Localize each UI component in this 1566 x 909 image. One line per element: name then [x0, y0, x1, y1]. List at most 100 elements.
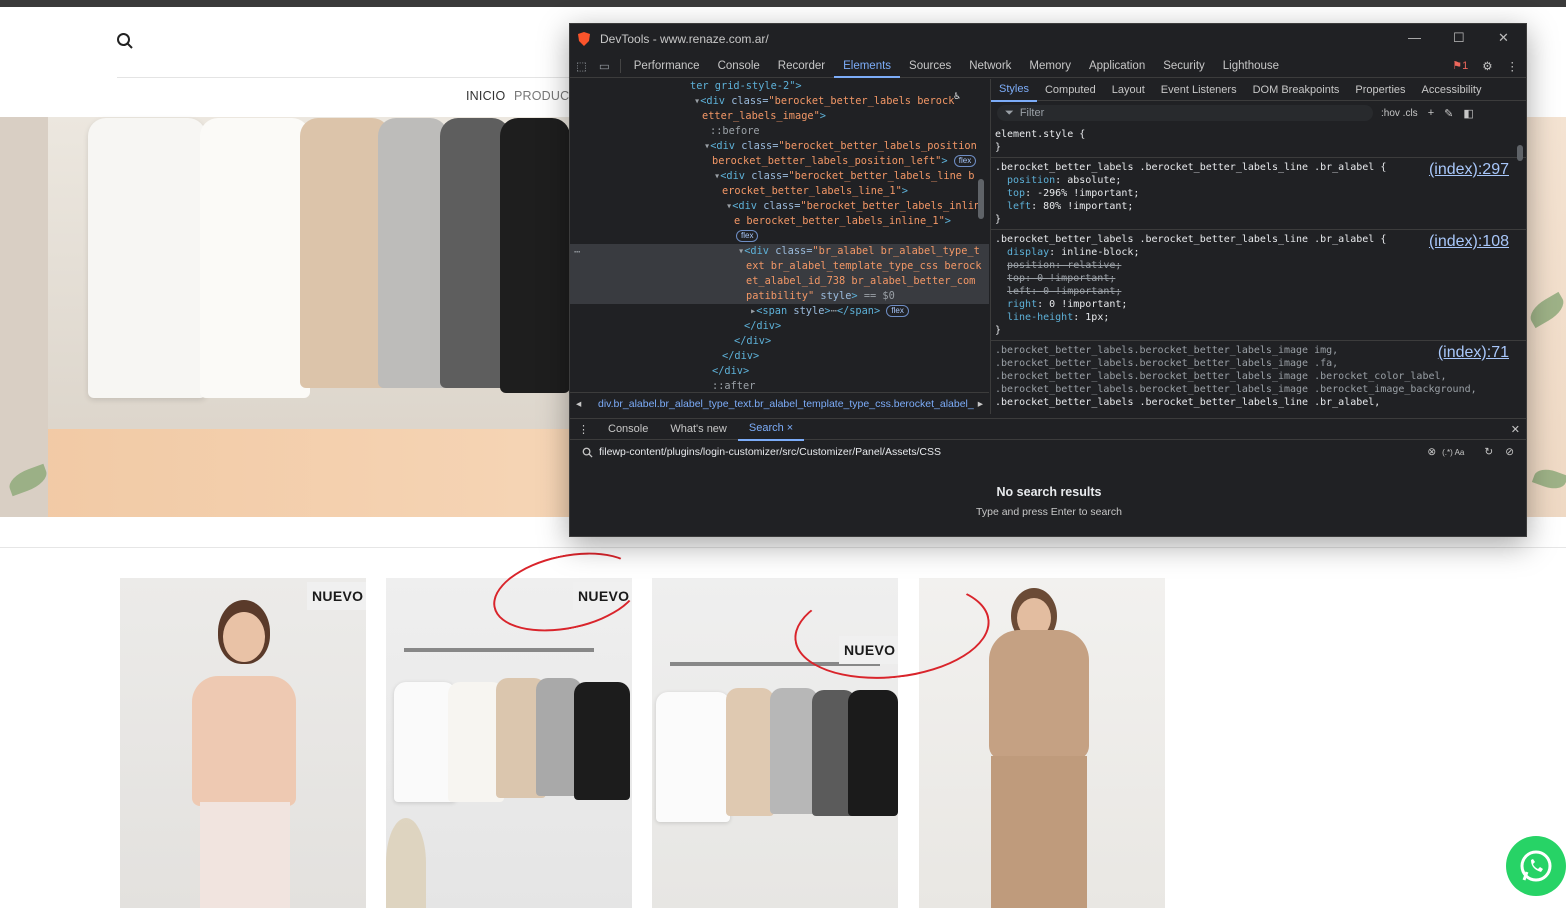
- product-card-2[interactable]: NUEVO: [386, 578, 632, 908]
- refresh-icon[interactable]: ↻: [1484, 446, 1493, 458]
- shirt-gray: [770, 688, 818, 814]
- search-options[interactable]: (.*) Aa: [1442, 448, 1464, 457]
- product-card-1[interactable]: NUEVO: [120, 578, 366, 908]
- breadcrumb-left-icon[interactable]: ◂: [576, 393, 581, 414]
- css-rule-gray: (index):71 .berocket_better_labels.beroc…: [991, 341, 1526, 412]
- close-tab-icon[interactable]: ×: [787, 422, 793, 434]
- css-declaration[interactable]: left: 0 !important;: [991, 285, 1526, 298]
- tab-elements[interactable]: Elements: [834, 54, 901, 78]
- shirt-white: [394, 682, 456, 802]
- subtab-styles[interactable]: Styles: [991, 79, 1037, 102]
- css-declaration[interactable]: right: 0 !important;: [991, 298, 1526, 311]
- styles-filter-input[interactable]: ⏷ Filter: [997, 105, 1373, 121]
- breadcrumb-right-icon[interactable]: ▸: [973, 393, 983, 414]
- dom-node-line[interactable]: e berocket_better_labels_inline_1">: [570, 214, 989, 229]
- dom-node-line[interactable]: flex: [570, 229, 989, 244]
- css-rule: (index):297 .berocket_better_labels .bero…: [991, 158, 1526, 230]
- tab-memory[interactable]: Memory: [1020, 54, 1080, 78]
- clear-search-icon[interactable]: ⊗: [1427, 446, 1436, 458]
- device-toolbar-icon[interactable]: ▭: [593, 59, 616, 73]
- dom-node-line[interactable]: ▾<div class="berocket_better_labels bero…: [570, 94, 989, 109]
- no-results-hint: Type and press Enter to search: [976, 506, 1122, 518]
- styles-scrollbar[interactable]: [1517, 145, 1523, 161]
- devtools-main-tabs: ⬚ ▭ Performance Console Recorder Element…: [570, 54, 1527, 78]
- issues-flag-icon: ⚑: [1452, 60, 1463, 72]
- dom-node-line[interactable]: etter_labels_image">: [570, 109, 989, 124]
- dom-node-line[interactable]: </div>: [570, 364, 989, 379]
- tab-sources[interactable]: Sources: [900, 54, 960, 78]
- tab-network[interactable]: Network: [960, 54, 1020, 78]
- minimize-icon[interactable]: —: [1408, 30, 1421, 45]
- rule-selector[interactable]: .berocket_better_labels.berocket_better_…: [991, 383, 1526, 396]
- dom-node-line[interactable]: ext br_alabel_template_type_css berock: [570, 259, 989, 274]
- dom-node-line[interactable]: patibility" style> == $0: [570, 289, 989, 304]
- more-options-icon[interactable]: ⋮: [1507, 59, 1527, 73]
- dom-node-line[interactable]: erocket_better_labels_line_1">: [570, 184, 989, 199]
- inspect-element-icon[interactable]: ⬚: [570, 59, 593, 73]
- css-declaration[interactable]: line-height: 1px;: [991, 311, 1526, 324]
- new-rule-icon[interactable]: +: [1428, 107, 1434, 119]
- paint-icon[interactable]: ✎: [1444, 107, 1453, 120]
- whatsapp-button[interactable]: [1506, 836, 1566, 896]
- subtab-computed[interactable]: Computed: [1037, 79, 1104, 101]
- dom-node-line[interactable]: ▸<span style>⋯</span> flex: [570, 304, 989, 319]
- node-menu-icon[interactable]: ⋯: [574, 245, 580, 260]
- rule-selector[interactable]: element.style {: [991, 128, 1526, 141]
- rule-source-link[interactable]: (index):71: [1438, 344, 1509, 362]
- dom-node-line[interactable]: </div>: [570, 319, 989, 334]
- issues-badge[interactable]: ⚑1: [1452, 59, 1482, 72]
- dom-node-line[interactable]: ▾<div class="berocket_better_labels_posi…: [570, 139, 989, 154]
- maximize-icon[interactable]: ☐: [1453, 30, 1465, 46]
- rule-selector[interactable]: .berocket_better_labels.berocket_better_…: [991, 370, 1526, 383]
- rule-source-link[interactable]: (index):297: [1429, 161, 1509, 179]
- dom-node-line[interactable]: ::after: [570, 379, 989, 391]
- subtab-accessibility[interactable]: Accessibility: [1414, 79, 1490, 101]
- drawer-close-icon[interactable]: ✕: [1511, 423, 1526, 436]
- dom-node-line[interactable]: ter grid-style-2">: [570, 79, 989, 94]
- drawer-menu-icon[interactable]: ⋮: [570, 423, 597, 436]
- drawer-tab-whats-new[interactable]: What's new: [659, 418, 738, 440]
- dom-node-line[interactable]: ::before: [570, 124, 989, 139]
- rule-selector[interactable]: .berocket_better_labels .berocket_better…: [991, 396, 1526, 409]
- tab-performance[interactable]: Performance: [625, 54, 709, 78]
- tab-application[interactable]: Application: [1080, 54, 1154, 78]
- accessibility-person-icon[interactable]: ♿: [954, 89, 960, 104]
- dom-node-line[interactable]: </div>: [570, 334, 989, 349]
- css-declaration[interactable]: top: 0 !important;: [991, 272, 1526, 285]
- search-icon[interactable]: [116, 32, 134, 50]
- tab-lighthouse[interactable]: Lighthouse: [1214, 54, 1288, 78]
- close-icon[interactable]: ✕: [1498, 30, 1509, 46]
- rule-source-link[interactable]: (index):108: [1429, 233, 1509, 251]
- subtab-event-listeners[interactable]: Event Listeners: [1153, 79, 1245, 101]
- dom-node-line[interactable]: ▾<div class="br_alabel br_alabel_type_t: [570, 244, 989, 259]
- dom-node-line[interactable]: et_alabel_id_738 br_alabel_better_com: [570, 274, 989, 289]
- breadcrumb-text: div.br_alabel.br_alabel_type_text.br_ala…: [598, 398, 974, 410]
- dom-node-line[interactable]: ▾<div class="berocket_better_labels_inli…: [570, 199, 989, 214]
- dom-node-line[interactable]: </div>: [570, 349, 989, 364]
- nav-inicio[interactable]: INICIO: [466, 89, 505, 103]
- tab-recorder[interactable]: Recorder: [769, 54, 834, 78]
- hov-cls-toggles[interactable]: :hov .cls: [1381, 108, 1418, 119]
- brave-logo-icon: [578, 32, 590, 46]
- subtab-dom-breakpoints[interactable]: DOM Breakpoints: [1245, 79, 1348, 101]
- css-declaration[interactable]: left: 80% !important;: [991, 200, 1526, 213]
- drawer-tab-console[interactable]: Console: [597, 418, 659, 440]
- search-query-input[interactable]: filewp-content/plugins/login-customizer/…: [599, 446, 1421, 458]
- settings-gear-icon[interactable]: ⚙: [1482, 59, 1506, 73]
- dom-node-line[interactable]: berocket_better_labels_position_left"> f…: [570, 154, 989, 169]
- elements-scrollbar[interactable]: [978, 179, 984, 219]
- subtab-properties[interactable]: Properties: [1347, 79, 1413, 101]
- dom-breadcrumb[interactable]: ◂ div.br_alabel.br_alabel_type_text.br_a…: [570, 392, 989, 414]
- tab-console[interactable]: Console: [709, 54, 769, 78]
- sidebar-toggle-icon[interactable]: ◧: [1463, 107, 1473, 120]
- css-rules: element.style {} (index):297 .berocket_bet…: [991, 125, 1526, 341]
- clear-results-icon[interactable]: ⊘: [1505, 446, 1514, 458]
- css-declaration[interactable]: position: relative;: [991, 259, 1526, 272]
- drawer-tab-search[interactable]: Search ×: [737, 417, 805, 441]
- dom-node-line[interactable]: ▾<div class="berocket_better_labels_line…: [570, 169, 989, 184]
- devtools-titlebar: DevTools - www.renaze.com.ar/: [570, 24, 1526, 54]
- subtab-layout[interactable]: Layout: [1104, 79, 1153, 101]
- tab-security[interactable]: Security: [1154, 54, 1214, 78]
- css-declaration[interactable]: top: -296% !important;: [991, 187, 1526, 200]
- hero-left-wall: [0, 117, 48, 517]
